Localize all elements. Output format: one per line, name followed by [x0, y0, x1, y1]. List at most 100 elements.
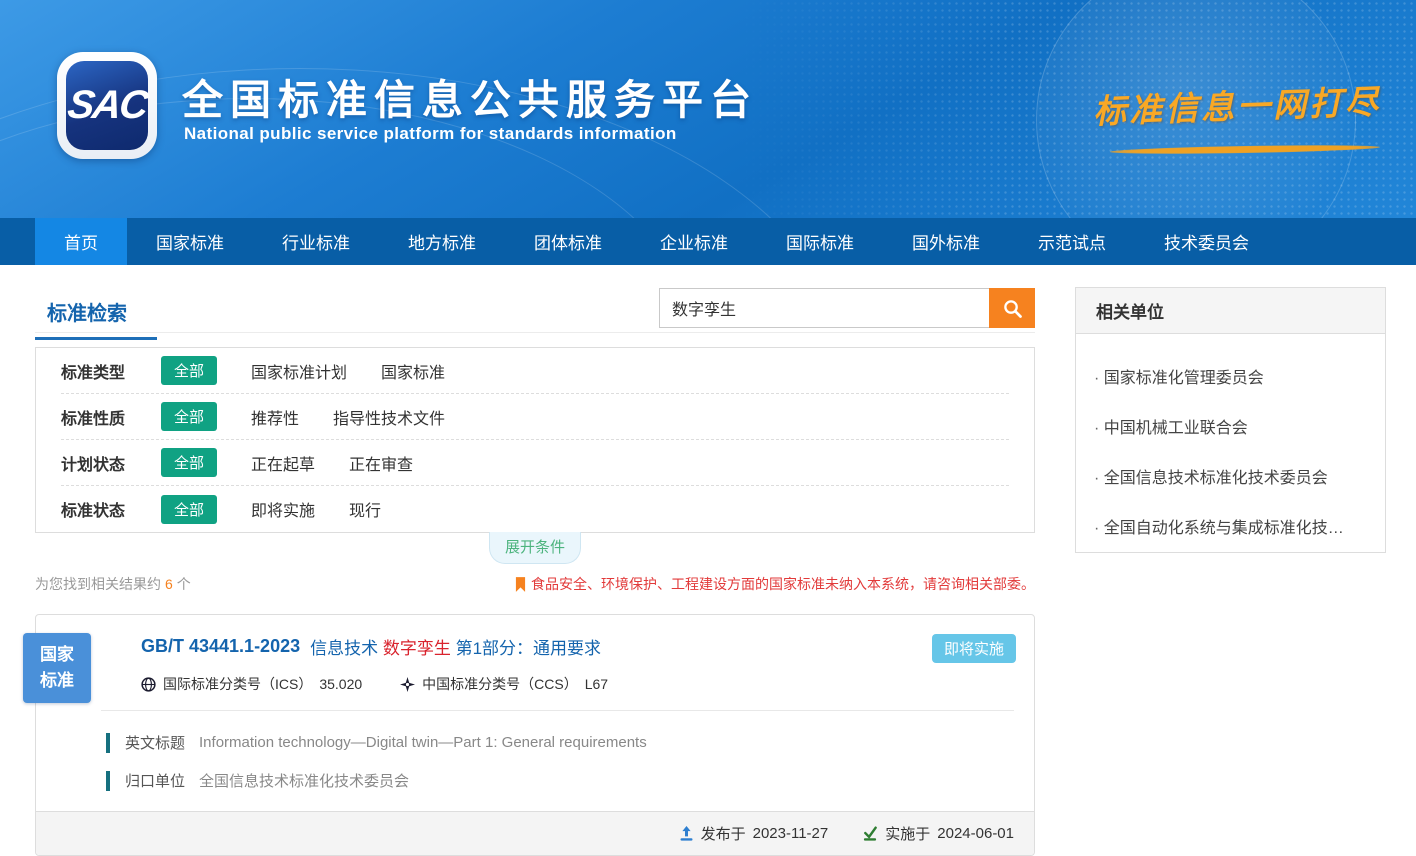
search-section-header: 标准检索	[35, 287, 1035, 333]
published-date: 2023-11-27	[753, 825, 829, 842]
ccs-label: 中国标准分类号（CCS）	[422, 674, 578, 694]
notice-text: 食品安全、环境保护、工程建设方面的国家标准未纳入本系统，请咨询相关部委。	[531, 574, 1035, 594]
title-part1: 信息技术	[310, 639, 378, 658]
nav-item-国际标准[interactable]: 国际标准	[757, 218, 883, 265]
expand-conditions-button[interactable]: 展开条件	[489, 532, 581, 564]
filter-option-selected[interactable]: 全部	[161, 402, 217, 431]
detail-row: 英文标题 Information technology—Digital twin—…	[106, 732, 1014, 753]
filter-option[interactable]: 国家标准	[381, 359, 445, 383]
detail-bar	[106, 733, 110, 753]
card-details: 英文标题 Information technology—Digital twin—…	[36, 711, 1034, 811]
detail-row: 归口单位全国信息技术标准化技术委员会	[106, 770, 1014, 791]
implemented-label: 实施于	[885, 823, 930, 844]
filter-box: 标准类型全部国家标准计划国家标准标准性质全部推荐性指导性技术文件计划状态全部正在…	[35, 347, 1035, 533]
search-group	[659, 288, 1035, 328]
results-summary: 为您找到相关结果约6个	[35, 574, 191, 594]
ccs-item: 中国标准分类号（CCS） L67	[400, 674, 608, 694]
filter-row: 计划状态全部 正在起草 正在审查	[61, 440, 1009, 486]
filter-label: 计划状态	[61, 451, 161, 475]
sac-logo-text: SAC	[65, 83, 150, 128]
sac-logo[interactable]: SAC	[57, 52, 157, 159]
filter-option-selected[interactable]: 全部	[161, 495, 217, 524]
filter-option[interactable]: 正在起草	[251, 451, 315, 475]
detail-value: 全国信息技术标准化技术委员会	[199, 770, 409, 791]
search-button[interactable]	[989, 288, 1035, 328]
ics-item: 国际标准分类号（ICS） 35.020	[141, 674, 362, 694]
search-input[interactable]	[659, 288, 989, 328]
detail-label: 英文标题	[125, 732, 185, 753]
main-nav: 首页国家标准行业标准地方标准团体标准企业标准国际标准国外标准示范试点技术委员会	[0, 218, 1416, 265]
ics-label: 国际标准分类号（ICS）	[163, 674, 312, 694]
implemented-date: 2024-06-01	[937, 825, 1014, 842]
ccs-value: L67	[585, 676, 608, 692]
filter-option[interactable]: 推荐性	[251, 405, 299, 429]
type-badge-line2: 标准	[23, 668, 91, 694]
standard-code-link[interactable]: GB/T 43441.1-2023	[141, 636, 300, 657]
related-unit-link[interactable]: 全国信息技术标准化技术委员会	[1094, 464, 1367, 488]
filter-option[interactable]: 指导性技术文件	[333, 405, 445, 429]
bookmark-icon	[515, 577, 526, 592]
nav-item-团体标准[interactable]: 团体标准	[505, 218, 631, 265]
standard-type-badge[interactable]: 国家 标准	[23, 633, 91, 703]
filter-option[interactable]: 正在审查	[349, 451, 413, 475]
check-icon	[862, 826, 878, 842]
filter-option-selected[interactable]: 全部	[161, 448, 217, 477]
detail-bar	[106, 771, 110, 791]
filter-option[interactable]: 国家标准计划	[251, 359, 347, 383]
ics-value: 35.020	[319, 676, 362, 692]
filter-label: 标准类型	[61, 359, 161, 383]
page-header: SAC 全国标准信息公共服务平台 National public service…	[0, 0, 1416, 218]
nav-item-国外标准[interactable]: 国外标准	[883, 218, 1009, 265]
search-icon	[1002, 298, 1023, 319]
status-badge: 即将实施	[932, 634, 1016, 663]
filter-row: 标准状态全部 即将实施 现行	[61, 486, 1009, 532]
implemented-date-item: 实施于 2024-06-01	[862, 823, 1014, 844]
results-row: 为您找到相关结果约6个 食品安全、环境保护、工程建设方面的国家标准未纳入本系统，…	[35, 574, 1035, 594]
filter-label: 标准性质	[61, 405, 161, 429]
standard-title-link[interactable]: 信息技术 数字孪生 第1部分：通用要求	[310, 634, 601, 659]
type-badge-line1: 国家	[23, 642, 91, 668]
detail-label: 归口单位	[125, 770, 185, 791]
nav-item-示范试点[interactable]: 示范试点	[1009, 218, 1135, 265]
related-unit-link[interactable]: 国家标准化管理委员会	[1094, 364, 1367, 388]
title-highlight: 数字孪生	[383, 639, 451, 658]
nav-item-首页[interactable]: 首页	[35, 218, 127, 265]
globe-icon	[141, 677, 156, 692]
filter-row: 标准性质全部 推荐性 指导性技术文件	[61, 394, 1009, 440]
related-unit-link[interactable]: 全国自动化系统与集成标准化技…	[1094, 514, 1367, 538]
title-part2: 第1部分：通用要求	[456, 639, 601, 658]
publish-icon	[679, 826, 694, 842]
nav-item-技术委员会[interactable]: 技术委员会	[1135, 218, 1278, 265]
filter-option-selected[interactable]: 全部	[161, 356, 217, 385]
header-slogan: 标准信息一网打尽	[1092, 75, 1381, 133]
published-label: 发布于	[701, 823, 746, 844]
compass-icon	[400, 677, 415, 692]
filter-label: 标准状态	[61, 497, 161, 521]
results-count: 6	[161, 576, 177, 592]
related-units-title: 相关单位	[1076, 288, 1385, 334]
nav-item-行业标准[interactable]: 行业标准	[253, 218, 379, 265]
card-footer: 发布于 2023-11-27 实施于 2024-06-01	[36, 811, 1034, 855]
card-top: GB/T 43441.1-2023 信息技术 数字孪生 第1部分：通用要求	[36, 615, 1034, 694]
content-area: 标准检索 标准类型全部国家标准计划国家标准标准性质全部推荐性指导性技术文件计划状…	[0, 265, 1416, 856]
standard-result-card: 国家 标准 即将实施 GB/T 43441.1-2023 信息技术 数字孪生 第…	[35, 614, 1035, 856]
standard-title-row: GB/T 43441.1-2023 信息技术 数字孪生 第1部分：通用要求	[141, 634, 1014, 659]
site-title: 全国标准信息公共服务平台	[182, 66, 758, 126]
filter-option[interactable]: 即将实施	[251, 497, 315, 521]
nav-item-地方标准[interactable]: 地方标准	[379, 218, 505, 265]
nav-item-国家标准[interactable]: 国家标准	[127, 218, 253, 265]
published-date-item: 发布于 2023-11-27	[679, 823, 829, 844]
related-units-list: 国家标准化管理委员会中国机械工业联合会全国信息技术标准化技术委员会全国自动化系统…	[1076, 334, 1385, 552]
results-summary-suffix: 个	[177, 576, 191, 592]
tab-standard-search[interactable]: 标准检索	[35, 287, 157, 340]
related-unit-link[interactable]: 中国机械工业联合会	[1094, 414, 1367, 438]
results-notice: 食品安全、环境保护、工程建设方面的国家标准未纳入本系统，请咨询相关部委。	[515, 574, 1035, 594]
site-subtitle: National public service platform for sta…	[184, 124, 677, 144]
detail-value: Information technology—Digital twin—Part…	[199, 734, 647, 751]
classification-row: 国际标准分类号（ICS） 35.020 中国标准分类号（CCS） L6	[141, 674, 1014, 694]
filter-option[interactable]: 现行	[349, 497, 381, 521]
main-column: 标准检索 标准类型全部国家标准计划国家标准标准性质全部推荐性指导性技术文件计划状…	[35, 287, 1035, 856]
related-units-panel: 相关单位 国家标准化管理委员会中国机械工业联合会全国信息技术标准化技术委员会全国…	[1075, 287, 1386, 553]
nav-item-企业标准[interactable]: 企业标准	[631, 218, 757, 265]
results-summary-prefix: 为您找到相关结果约	[35, 576, 161, 592]
